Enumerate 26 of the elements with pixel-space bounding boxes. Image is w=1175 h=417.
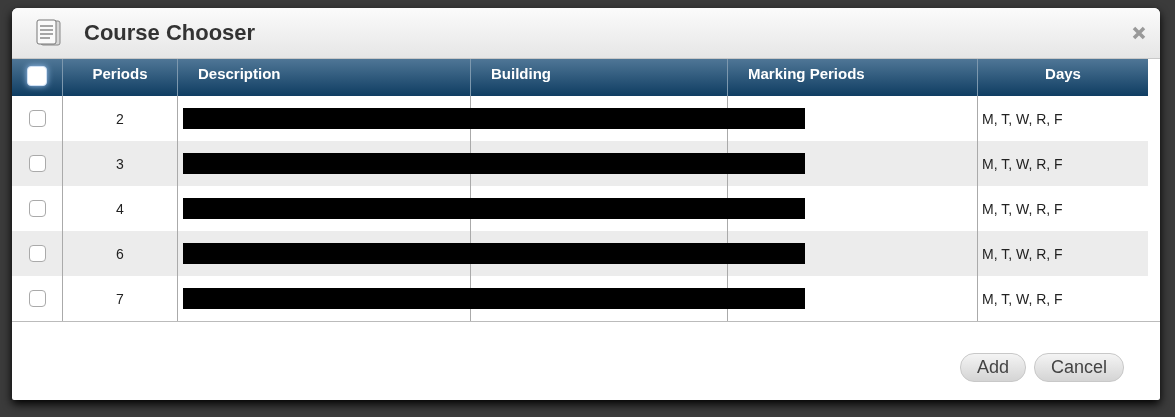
column-header[interactable]: Marking Periods — [748, 65, 865, 82]
column-header[interactable]: Building — [491, 65, 551, 82]
column-header[interactable]: Description — [198, 65, 281, 82]
close-icon[interactable] — [1132, 26, 1146, 40]
days-cell: M, T, W, R, F — [982, 245, 1063, 262]
period-cell: 2 — [116, 110, 124, 127]
column-header[interactable]: Periods — [92, 65, 148, 82]
select-all-checkbox[interactable] — [27, 66, 47, 86]
days-cell: M, T, W, R, F — [982, 200, 1063, 217]
row-checkbox[interactable] — [28, 155, 46, 172]
row-checkbox[interactable] — [28, 245, 46, 262]
days-cell: M, T, W, R, F — [982, 155, 1063, 172]
dialog-title: Course Chooser — [84, 20, 257, 46]
days-cell: M, T, W, R, F — [982, 290, 1063, 307]
row-checkbox[interactable] — [28, 110, 46, 127]
document-icon — [36, 19, 62, 47]
period-cell: 4 — [116, 200, 124, 217]
days-cell: M, T, W, R, F — [982, 110, 1063, 127]
period-cell: 3 — [116, 155, 124, 172]
period-cell: 7 — [116, 290, 124, 307]
row-checkbox[interactable] — [28, 290, 46, 307]
add-button[interactable]: Add — [959, 352, 1026, 382]
column-header[interactable]: Days — [1045, 65, 1081, 82]
cancel-button[interactable]: Cancel — [1033, 352, 1124, 382]
period-cell: 6 — [116, 245, 124, 262]
row-checkbox[interactable] — [28, 200, 46, 217]
